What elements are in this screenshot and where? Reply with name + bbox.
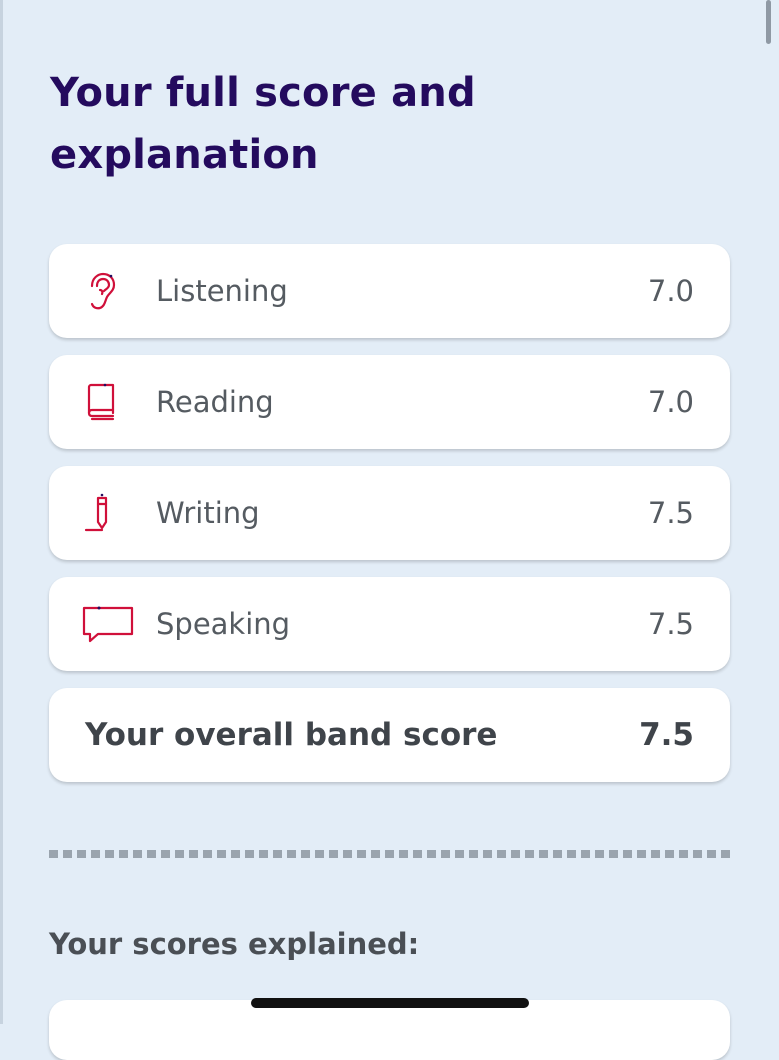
overall-band-score-value: 7.5: [639, 717, 694, 753]
pen-icon: [81, 492, 121, 534]
score-label-writing: Writing: [156, 496, 260, 530]
score-row-speaking[interactable]: Speaking 7.5: [49, 577, 730, 671]
score-label-reading: Reading: [156, 385, 274, 419]
score-label-listening: Listening: [156, 274, 288, 308]
score-label-speaking: Speaking: [156, 607, 291, 641]
explanation-card[interactable]: [49, 1000, 730, 1060]
overall-band-score-row: Your overall band score 7.5: [49, 688, 730, 782]
score-row-writing[interactable]: Writing 7.5: [49, 466, 730, 560]
scores-explained-heading: Your scores explained:: [49, 927, 420, 961]
overall-band-score-label: Your overall band score: [85, 717, 498, 753]
score-row-listening[interactable]: Listening 7.0: [49, 244, 730, 338]
score-value-writing: 7.5: [647, 496, 694, 530]
page-title-line1: Your full score and: [50, 70, 476, 116]
home-indicator[interactable]: [251, 998, 529, 1008]
scroll-indicator[interactable]: [766, 0, 771, 44]
page-title: Your full score and explanation: [50, 62, 610, 186]
dotted-divider: [49, 850, 730, 858]
ear-icon: [81, 270, 121, 312]
score-row-reading[interactable]: Reading 7.0: [49, 355, 730, 449]
window-left-edge: [0, 0, 3, 1024]
speech-bubble-icon: [81, 603, 135, 645]
score-value-speaking: 7.5: [647, 607, 694, 641]
book-icon: [81, 381, 121, 423]
score-value-reading: 7.0: [647, 385, 694, 419]
score-value-listening: 7.0: [647, 274, 694, 308]
page-title-line2: explanation: [50, 132, 319, 178]
